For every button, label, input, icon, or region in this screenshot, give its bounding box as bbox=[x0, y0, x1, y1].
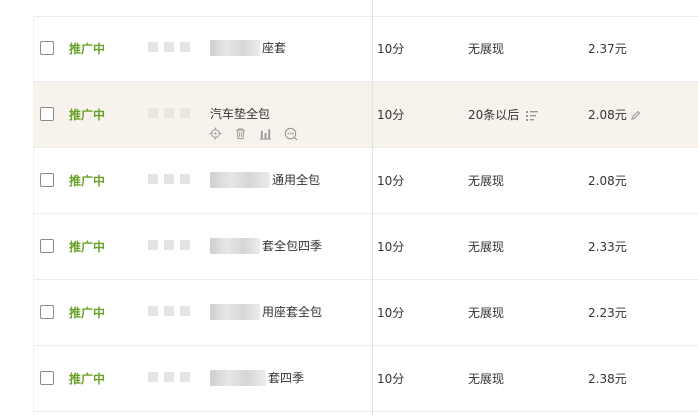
status-label: 推广中 bbox=[69, 174, 106, 188]
table-row[interactable]: 推广中 套四季 10分 无展现 2.38元 bbox=[33, 346, 698, 412]
status-label: 推广中 bbox=[69, 108, 106, 122]
more-icon[interactable] bbox=[284, 127, 298, 141]
bid-price[interactable]: 2.38元 bbox=[588, 370, 627, 387]
redacted-info bbox=[148, 240, 190, 250]
bid-price[interactable]: 2.08元 bbox=[588, 106, 641, 123]
table-row[interactable]: 推广中 用座套全包 10分 无展现 2.23元 bbox=[33, 280, 698, 346]
rank-position: 无展现 bbox=[468, 240, 505, 254]
row-checkbox[interactable] bbox=[40, 173, 54, 187]
keyword-text: 套全包四季 bbox=[262, 239, 323, 253]
bid-price[interactable]: 2.08元 bbox=[588, 172, 627, 189]
redacted-info bbox=[148, 306, 190, 316]
keyword-text: 套四季 bbox=[268, 371, 305, 385]
redacted-text bbox=[210, 369, 266, 386]
row-actions bbox=[209, 127, 298, 141]
redacted-info bbox=[148, 108, 190, 118]
quality-score: 10分 bbox=[377, 174, 405, 188]
rank-position: 20条以后 bbox=[468, 106, 539, 123]
rank-position: 无展现 bbox=[468, 42, 505, 56]
table-row[interactable]: 推广中 汽车垫全包 10分 20条以后 2.08元 bbox=[33, 82, 698, 148]
keyword-name[interactable]: 通用全包 bbox=[210, 171, 320, 188]
edit-icon[interactable] bbox=[630, 110, 641, 121]
table-row[interactable]: 推广中 座套 10分 无展现 2.37元 bbox=[33, 16, 698, 82]
quality-score: 10分 bbox=[377, 372, 405, 386]
keyword-name[interactable]: 汽车垫全包 bbox=[210, 105, 270, 122]
redacted-text bbox=[210, 171, 270, 188]
rank-position: 无展现 bbox=[468, 174, 505, 188]
redacted-info bbox=[148, 372, 190, 382]
quality-score: 10分 bbox=[377, 42, 405, 56]
rank-list-icon[interactable] bbox=[525, 109, 539, 123]
redacted-info bbox=[148, 174, 190, 184]
status-label: 推广中 bbox=[69, 42, 106, 56]
redacted-text bbox=[210, 237, 260, 254]
row-checkbox[interactable] bbox=[40, 41, 54, 55]
quality-score: 10分 bbox=[377, 108, 405, 122]
bar-chart-icon[interactable] bbox=[259, 127, 272, 140]
target-icon[interactable] bbox=[209, 127, 222, 140]
redacted-text bbox=[210, 303, 260, 320]
keyword-text: 汽车垫全包 bbox=[210, 107, 271, 121]
keyword-text: 用座套全包 bbox=[262, 305, 323, 319]
bid-price[interactable]: 2.23元 bbox=[588, 304, 627, 321]
trash-icon[interactable] bbox=[234, 127, 247, 140]
keyword-name[interactable]: 用座套全包 bbox=[210, 303, 322, 320]
keyword-name[interactable]: 套全包四季 bbox=[210, 237, 322, 254]
quality-score: 10分 bbox=[377, 240, 405, 254]
table-row[interactable]: 推广中 通用全包 10分 无展现 2.08元 bbox=[33, 148, 698, 214]
quality-score: 10分 bbox=[377, 306, 405, 320]
status-label: 推广中 bbox=[69, 372, 106, 386]
status-label: 推广中 bbox=[69, 306, 106, 320]
redacted-text bbox=[210, 39, 260, 56]
row-checkbox[interactable] bbox=[40, 305, 54, 319]
bid-price[interactable]: 2.37元 bbox=[588, 40, 627, 57]
row-checkbox[interactable] bbox=[40, 107, 54, 121]
bid-price[interactable]: 2.33元 bbox=[588, 238, 627, 255]
rank-position: 无展现 bbox=[468, 306, 505, 320]
rank-position: 无展现 bbox=[468, 372, 505, 386]
keyword-text: 通用全包 bbox=[272, 173, 321, 187]
redacted-info bbox=[148, 42, 190, 52]
row-checkbox[interactable] bbox=[40, 371, 54, 385]
column-divider bbox=[372, 0, 373, 415]
table-row[interactable]: 推广中 套全包四季 10分 无展现 2.33元 bbox=[33, 214, 698, 280]
status-label: 推广中 bbox=[69, 240, 106, 254]
keyword-name[interactable]: 座套 bbox=[210, 39, 286, 56]
row-checkbox[interactable] bbox=[40, 239, 54, 253]
keyword-text: 座套 bbox=[262, 41, 287, 55]
keyword-name[interactable]: 套四季 bbox=[210, 369, 304, 386]
